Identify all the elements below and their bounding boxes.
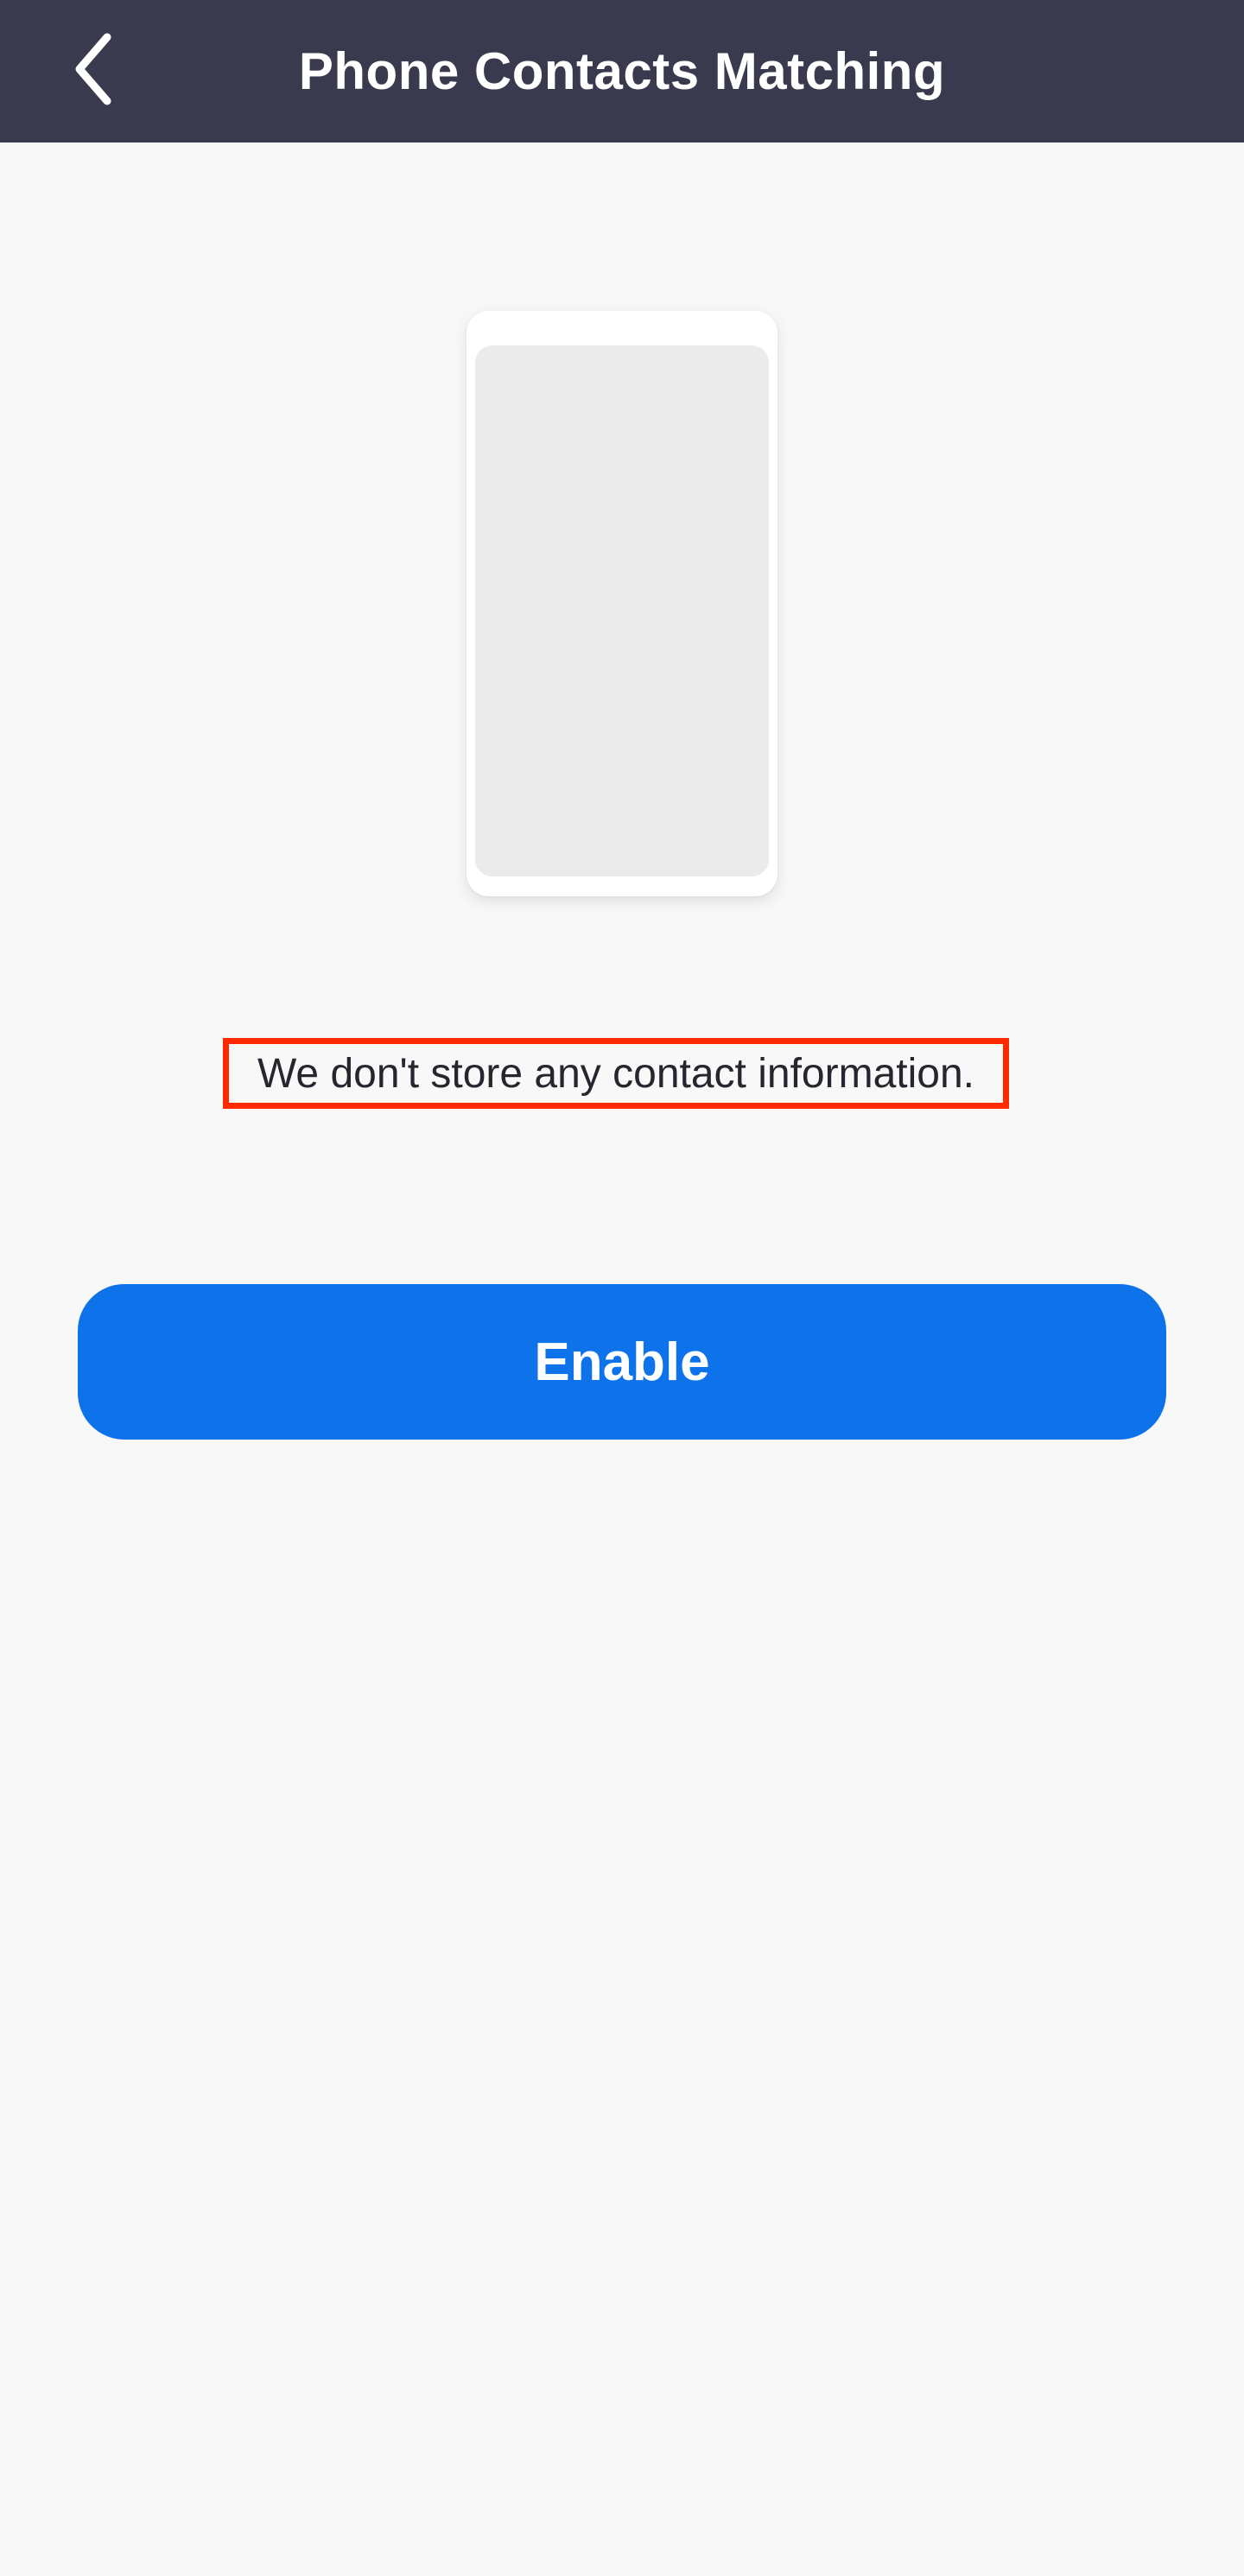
page-title: Phone Contacts Matching [298,42,946,100]
privacy-info-text: We don't store any contact information. [223,1038,1009,1109]
phone-screen [475,345,769,877]
chevron-left-icon [69,30,121,112]
app-bar: Phone Contacts Matching [0,0,1244,142]
enable-button[interactable]: Enable [78,1284,1166,1440]
phone-illustration [466,311,778,896]
back-button[interactable] [52,28,138,114]
